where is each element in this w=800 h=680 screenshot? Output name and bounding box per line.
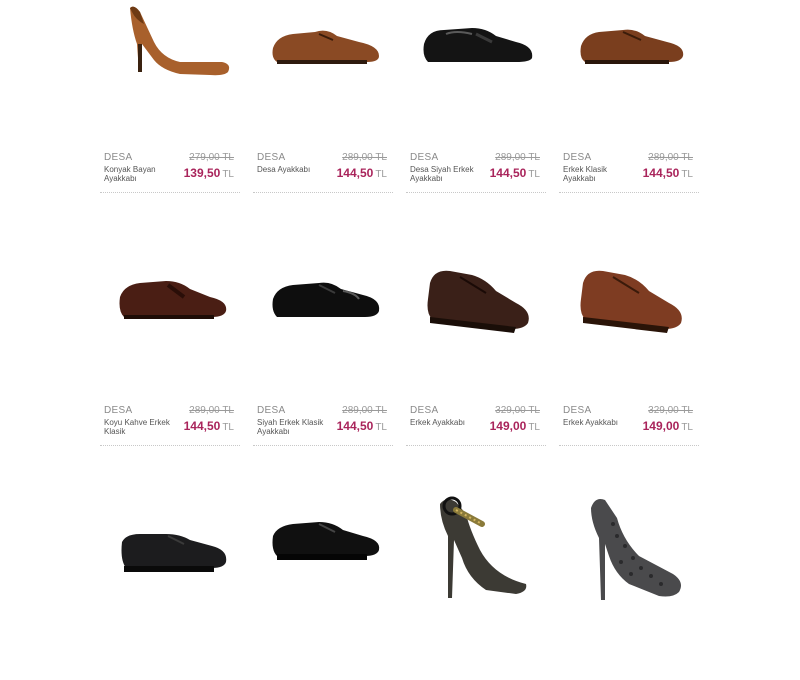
new-price: 144,50 TL (184, 417, 234, 435)
product-card[interactable]: DESA Desa Ayakkabı 289,00 TL 144,50 TL (253, 0, 393, 200)
product-brand: DESA (104, 152, 133, 163)
product-info: DESA Koyu Kahve Erkek Klasik 289,00 TL 1… (100, 403, 240, 446)
product-brand: DESA (410, 152, 439, 163)
product-card[interactable]: DESA Erkek Ayakkabı 329,00 TL 149,00 TL (559, 253, 699, 453)
new-price: 144,50 TL (337, 164, 387, 182)
new-price-currency: TL (528, 422, 540, 433)
product-brand: DESA (257, 405, 286, 416)
product-card[interactable]: DESA Siyah Erkek Klasik Ayakkabı 289,00 … (253, 253, 393, 453)
new-price-amount: 144,50 (336, 419, 374, 433)
new-price: 149,00 TL (643, 417, 693, 435)
product-name[interactable]: Siyah Erkek Klasik Ayakkabı (257, 418, 335, 436)
new-price-currency: TL (681, 422, 693, 433)
brown-oxford-shoe-image[interactable] (569, 0, 689, 120)
new-price-amount: 144,50 (336, 166, 374, 180)
old-price: 329,00 TL (648, 405, 693, 416)
product-card[interactable]: DESA Konyak Bayan Ayakkabı 279,00 TL 139… (100, 0, 240, 200)
new-price-currency: TL (375, 169, 387, 180)
product-brand: DESA (563, 152, 592, 163)
new-price-amount: 144,50 (489, 166, 527, 180)
new-price-amount: 149,00 (489, 419, 527, 433)
old-price: 279,00 TL (189, 152, 234, 163)
dark-brogue-shoe-image[interactable] (416, 253, 536, 373)
old-price: 289,00 TL (342, 152, 387, 163)
product-card[interactable] (406, 480, 546, 680)
product-info: DESA Erkek Klasik Ayakkabı 289,00 TL 144… (559, 150, 699, 193)
new-price: 139,50 TL (184, 164, 234, 182)
product-card[interactable]: DESA Erkek Klasik Ayakkabı 289,00 TL 144… (559, 0, 699, 200)
product-info: DESA Konyak Bayan Ayakkabı 279,00 TL 139… (100, 150, 240, 193)
new-price-amount: 144,50 (183, 419, 221, 433)
old-price: 329,00 TL (495, 405, 540, 416)
ankle-strap-heel-image[interactable] (416, 480, 536, 600)
product-name[interactable]: Erkek Klasik Ayakkabı (563, 165, 641, 183)
new-price-currency: TL (222, 169, 234, 180)
product-info: DESA Desa Siyah Erkek Ayakkabı 289,00 TL… (406, 150, 546, 193)
new-price: 149,00 TL (490, 417, 540, 435)
new-price-amount: 144,50 (642, 166, 680, 180)
product-name[interactable]: Konyak Bayan Ayakkabı (104, 165, 182, 183)
product-brand: DESA (104, 405, 133, 416)
product-info: DESA Siyah Erkek Klasik Ayakkabı 289,00 … (253, 403, 393, 446)
product-card[interactable] (559, 480, 699, 680)
new-price-currency: TL (222, 422, 234, 433)
studded-platform-heel-image[interactable] (569, 480, 689, 600)
new-price-currency: TL (528, 169, 540, 180)
black-leather-oxford-image[interactable] (263, 480, 383, 600)
old-price: 289,00 TL (495, 152, 540, 163)
old-price: 289,00 TL (189, 405, 234, 416)
new-price: 144,50 TL (643, 164, 693, 182)
black-matte-oxford-image[interactable] (110, 480, 230, 600)
product-info: DESA Erkek Ayakkabı 329,00 TL 149,00 TL (559, 403, 699, 446)
product-card[interactable]: DESA Erkek Ayakkabı 329,00 TL 149,00 TL (406, 253, 546, 453)
product-card[interactable] (253, 480, 393, 680)
dark-brown-loafer-image[interactable] (110, 253, 230, 373)
tan-pump-heel-image[interactable] (110, 0, 230, 120)
product-brand: DESA (410, 405, 439, 416)
black-cap-toe-shoe-image[interactable] (263, 253, 383, 373)
product-name[interactable]: Desa Siyah Erkek Ayakkabı (410, 165, 488, 183)
product-card[interactable]: DESA Koyu Kahve Erkek Klasik 289,00 TL 1… (100, 253, 240, 453)
brown-cap-toe-shoe-image[interactable] (263, 0, 383, 120)
brown-brogue-shoe-image[interactable] (569, 253, 689, 373)
new-price: 144,50 TL (337, 417, 387, 435)
product-brand: DESA (563, 405, 592, 416)
product-name[interactable]: Erkek Ayakkabı (410, 418, 488, 427)
old-price: 289,00 TL (648, 152, 693, 163)
product-name[interactable]: Koyu Kahve Erkek Klasik (104, 418, 182, 436)
product-card[interactable]: DESA Desa Siyah Erkek Ayakkabı 289,00 TL… (406, 0, 546, 200)
product-card[interactable] (100, 480, 240, 680)
product-name[interactable]: Desa Ayakkabı (257, 165, 335, 174)
new-price-amount: 149,00 (642, 419, 680, 433)
new-price-currency: TL (681, 169, 693, 180)
product-brand: DESA (257, 152, 286, 163)
product-info: DESA Erkek Ayakkabı 329,00 TL 149,00 TL (406, 403, 546, 446)
product-grid: DESA Konyak Bayan Ayakkabı 279,00 TL 139… (100, 0, 700, 600)
new-price-amount: 139,50 (183, 166, 221, 180)
product-info: DESA Desa Ayakkabı 289,00 TL 144,50 TL (253, 150, 393, 193)
black-patent-loafer-image[interactable] (416, 0, 536, 120)
new-price-currency: TL (375, 422, 387, 433)
product-name[interactable]: Erkek Ayakkabı (563, 418, 641, 427)
new-price: 144,50 TL (490, 164, 540, 182)
old-price: 289,00 TL (342, 405, 387, 416)
